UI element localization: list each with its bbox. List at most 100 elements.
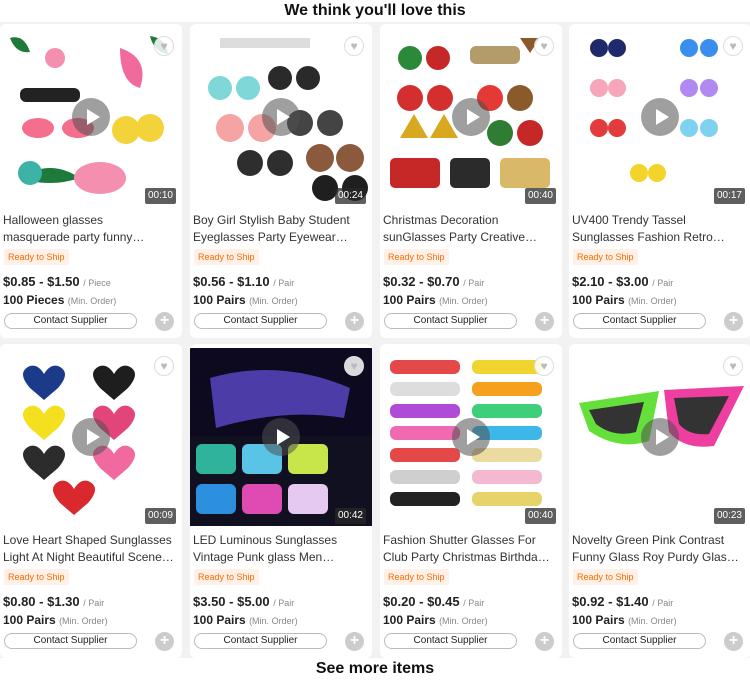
heart-icon[interactable]: ♥	[154, 36, 174, 56]
play-icon[interactable]	[72, 418, 110, 456]
play-icon[interactable]	[641, 418, 679, 456]
product-title-line: UV400 Trendy Tassel	[572, 213, 686, 227]
play-icon[interactable]	[452, 418, 490, 456]
product-thumbnail[interactable]: ♥ 00:24	[190, 28, 372, 206]
ready-to-ship-badge: Ready to Ship	[573, 569, 638, 585]
price-value: $3.50 - $5.00	[193, 594, 270, 609]
product-title[interactable]: LED Luminous Sunglasses Vintage Punk gla…	[193, 532, 365, 566]
contact-supplier-button[interactable]: Contact Supplier	[4, 313, 137, 329]
product-title[interactable]: Boy Girl Stylish Baby Student Eyeglasses…	[193, 212, 365, 246]
price-range: $0.92 - $1.40 / Pair	[572, 594, 673, 609]
ready-to-ship-badge: Ready to Ship	[384, 569, 449, 585]
see-more-link[interactable]: See more items	[0, 658, 750, 681]
product-card[interactable]: ♥ 00:42 LED Luminous Sunglasses Vintage …	[190, 344, 372, 658]
product-card[interactable]: ♥ 00:09 Love Heart Shaped Sunglasses Lig…	[0, 344, 182, 658]
min-order: 100 Pairs (Min. Order)	[383, 293, 488, 307]
contact-supplier-button[interactable]: Contact Supplier	[573, 633, 706, 649]
min-order-value: 100 Pairs	[3, 613, 56, 627]
heart-icon[interactable]: ♥	[723, 36, 743, 56]
product-thumbnail[interactable]: ♥ 00:42	[190, 348, 372, 526]
product-title-line: Novelty Green Pink Contrast	[572, 533, 725, 547]
price-unit: / Pair	[273, 598, 295, 608]
plus-icon[interactable]: +	[345, 632, 364, 651]
contact-supplier-button[interactable]: Contact Supplier	[573, 313, 706, 329]
product-title[interactable]: Halloween glasses masquerade party funny…	[3, 212, 175, 246]
plus-icon[interactable]: +	[535, 632, 554, 651]
video-duration: 00:42	[334, 508, 366, 524]
video-duration: 00:40	[524, 188, 556, 204]
product-title-line: Club Party Christmas Birthday…	[383, 550, 555, 564]
min-order-note: (Min. Order)	[249, 296, 298, 306]
contact-supplier-button[interactable]: Contact Supplier	[194, 633, 327, 649]
play-icon[interactable]	[72, 98, 110, 136]
plus-icon[interactable]: +	[535, 312, 554, 331]
video-duration: 00:24	[334, 188, 366, 204]
product-card[interactable]: ♥ 00:10 Halloween glasses masquerade par…	[0, 24, 182, 338]
price-range: $0.20 - $0.45 / Pair	[383, 594, 484, 609]
product-thumbnail[interactable]: ♥ 00:23	[569, 348, 750, 526]
price-range: $2.10 - $3.00 / Pair	[572, 274, 673, 289]
product-title[interactable]: Novelty Green Pink Contrast Funny Glass …	[572, 532, 744, 566]
ready-to-ship-badge: Ready to Ship	[194, 249, 259, 265]
price-unit: / Pair	[463, 278, 485, 288]
product-card[interactable]: ♥ 00:40 Fashion Shutter Glasses For Club…	[380, 344, 562, 658]
contact-supplier-button[interactable]: Contact Supplier	[384, 313, 517, 329]
play-icon[interactable]	[262, 98, 300, 136]
product-title-line: Light At Night Beautiful Scene…	[3, 550, 174, 564]
min-order-note: (Min. Order)	[628, 616, 677, 626]
heart-icon[interactable]: ♥	[344, 36, 364, 56]
play-icon[interactable]	[452, 98, 490, 136]
ready-to-ship-badge: Ready to Ship	[4, 569, 69, 585]
product-thumbnail[interactable]: ♥ 00:40	[380, 348, 562, 526]
heart-icon[interactable]: ♥	[534, 356, 554, 376]
min-order: 100 Pieces (Min. Order)	[3, 293, 116, 307]
contact-supplier-button[interactable]: Contact Supplier	[194, 313, 327, 329]
min-order: 100 Pairs (Min. Order)	[572, 613, 677, 627]
ready-to-ship-badge: Ready to Ship	[573, 249, 638, 265]
plus-icon[interactable]: +	[155, 312, 174, 331]
play-icon[interactable]	[641, 98, 679, 136]
price-value: $2.10 - $3.00	[572, 274, 649, 289]
product-card[interactable]: ♥ 00:24 Boy Girl Stylish Baby Student Ey…	[190, 24, 372, 338]
product-title-line: Funny Glass Roy Purdy Glass…	[572, 550, 744, 564]
price-range: $0.85 - $1.50 / Piece	[3, 274, 111, 289]
product-title[interactable]: Christmas Decoration sunGlasses Party Cr…	[383, 212, 555, 246]
price-range: $3.50 - $5.00 / Pair	[193, 594, 294, 609]
min-order-value: 100 Pairs	[193, 293, 246, 307]
product-title[interactable]: Love Heart Shaped Sunglasses Light At Ni…	[3, 532, 175, 566]
product-title[interactable]: Fashion Shutter Glasses For Club Party C…	[383, 532, 555, 566]
heart-icon[interactable]: ♥	[344, 356, 364, 376]
product-title[interactable]: UV400 Trendy Tassel Sunglasses Fashion R…	[572, 212, 744, 246]
contact-supplier-button[interactable]: Contact Supplier	[4, 633, 137, 649]
price-unit: / Pair	[652, 598, 674, 608]
product-thumbnail[interactable]: ♥ 00:17	[569, 28, 750, 206]
product-card[interactable]: ♥ 00:17 UV400 Trendy Tassel Sunglasses F…	[569, 24, 750, 338]
product-thumbnail[interactable]: ♥ 00:40	[380, 28, 562, 206]
product-thumbnail[interactable]: ♥ 00:10	[0, 28, 182, 206]
plus-icon[interactable]: +	[345, 312, 364, 331]
contact-supplier-button[interactable]: Contact Supplier	[384, 633, 517, 649]
play-icon[interactable]	[262, 418, 300, 456]
min-order-note: (Min. Order)	[628, 296, 677, 306]
min-order: 100 Pairs (Min. Order)	[383, 613, 488, 627]
price-unit: / Pair	[652, 278, 674, 288]
min-order: 100 Pairs (Min. Order)	[193, 293, 298, 307]
product-title-line: Eyeglasses Party Eyewear…	[193, 230, 348, 244]
min-order-note: (Min. Order)	[67, 296, 117, 306]
ready-to-ship-badge: Ready to Ship	[194, 569, 259, 585]
heart-icon[interactable]: ♥	[723, 356, 743, 376]
heart-icon[interactable]: ♥	[534, 36, 554, 56]
plus-icon[interactable]: +	[724, 312, 743, 331]
price-value: $0.92 - $1.40	[572, 594, 649, 609]
price-value: $0.80 - $1.30	[3, 594, 80, 609]
price-unit: / Pair	[83, 598, 105, 608]
plus-icon[interactable]: +	[724, 632, 743, 651]
price-unit: / Pair	[463, 598, 485, 608]
product-card[interactable]: ♥ 00:23 Novelty Green Pink Contrast Funn…	[569, 344, 750, 658]
plus-icon[interactable]: +	[155, 632, 174, 651]
product-thumbnail[interactable]: ♥ 00:09	[0, 348, 182, 526]
heart-icon[interactable]: ♥	[154, 356, 174, 376]
min-order-note: (Min. Order)	[59, 616, 108, 626]
product-card[interactable]: ♥ 00:40 Christmas Decoration sunGlasses …	[380, 24, 562, 338]
price-value: $0.20 - $0.45	[383, 594, 460, 609]
